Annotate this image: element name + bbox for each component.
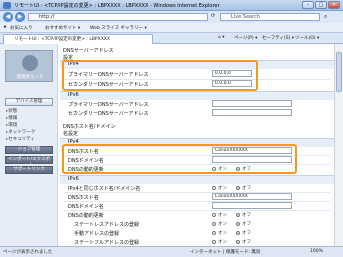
hostname-highlight [62,144,297,174]
primary-dns6-input[interactable] [212,100,292,107]
radio-on-label: オン [218,231,227,236]
window-titlebar: リモートUI : <TCP/IP設定の変更> : LBPXXXX : LBPXX… [0,0,343,11]
dyn6-on-radio[interactable]: オン [212,212,227,218]
secondary-dns6-label: セカンダリーDNSサーバーアドレス [68,111,149,117]
browser-icon [3,2,11,9]
address-toolbar: ◀ ▶ http:// ⟳ Live Search ⌕ [0,11,343,23]
zoom-level[interactable]: 100% [310,249,323,254]
radio-on-label: オン [218,222,227,227]
radio-on-label: オン [218,213,227,218]
manual-on-radio[interactable]: オン [212,230,227,236]
favorites-star-icon[interactable]: ★ [3,25,7,30]
status-text: ページが表示されました [3,250,53,255]
radio-off-label: オフ [242,186,251,191]
dns6-domain-input[interactable] [212,202,292,209]
sidebar-item-info[interactable]: 情報 [6,115,17,121]
tool-tools[interactable]: ツール(O) ▾ [295,35,319,41]
favorites-label[interactable]: お気に入り [10,25,33,31]
dns-server-title: DNSサーバーアドレス [63,48,114,54]
sidebar-item-network[interactable]: ネットワーク [6,129,35,135]
host-ipv6-section [60,175,334,184]
dns6-domain-label: DNSドメイン名 [68,204,104,210]
fav-item[interactable]: おすすめサイト ▾ [45,25,80,31]
radio-on-label: オン [218,186,227,191]
page-content: 管理者モード デバイス管理 状態 情報 環境 ネットワーク セキュリティ ジョブ… [0,44,334,246]
forward-button[interactable]: ▶ [15,12,25,22]
back-button[interactable]: ◀ [3,12,13,22]
dns-host-title: DNSホスト名/ドメイン [63,124,116,130]
browser-tab[interactable]: リモートUI : <TCP/IP設定の変更> : LBPXXXX [3,34,153,44]
search-icon[interactable]: ⌕ [324,13,327,21]
mode-label: 管理者モード [16,75,44,80]
scrollbar-thumb[interactable] [336,52,342,92]
tool-page[interactable]: ページ(P) ▾ [234,35,257,41]
stateless-on-radio[interactable]: オン [212,221,227,227]
printer-logo-icon [22,55,38,71]
fav-item[interactable]: Web スライス ギャラリー ▾ [90,25,147,31]
support-link-button[interactable]: サポートリンク [5,166,53,174]
sidebar-item-env[interactable]: 環境 [6,122,17,128]
maximize-button[interactable]: □ [315,1,327,9]
tool-safety[interactable]: セーフティ(S) ▾ [262,35,294,41]
dns6-dynamic-label: DNSの動的更新 [68,213,104,219]
radio-off-label: オフ [242,240,251,245]
same-off-radio[interactable]: オフ [236,185,251,191]
host-ipv6-heading: IPv6 [68,176,79,182]
close-button[interactable]: ✕ [328,1,340,9]
dns-host-subtitle: 名設定 [63,131,79,137]
secondary-dns6-input[interactable] [212,109,292,116]
dns6-hostname-input[interactable]: CanonXXXXXX [212,193,292,200]
address-input[interactable]: http:// [28,13,208,21]
ipv6-section [60,91,334,100]
tab-bar: リモートUI : <TCP/IP設定の変更> : LBPXXXX ⌂ ▾ ページ… [0,33,343,44]
vertical-scrollbar[interactable] [334,44,343,246]
job-manager-button[interactable]: ジョブ管理 [5,146,53,154]
radio-off-label: オフ [242,213,251,218]
status-bar: ページが表示されました インターネット | 保護モード: 無効 100% [0,246,343,257]
zone-text: インターネット | 保護モード: 無効 [190,250,261,255]
manual-off-radio[interactable]: オフ [236,230,251,236]
main-panel: DNSサーバーアドレス 設定 IPv4 プライマリーDNSサーバーアドレス 0.… [60,44,334,246]
radio-off-label: オフ [242,222,251,227]
sidebar-item-status[interactable]: 状態 [6,108,17,114]
ipv4-highlight [62,60,258,91]
row-divider [64,210,330,211]
stateless-label: ステートレスアドレスの登録 [74,222,140,228]
refresh-icon[interactable]: ⟳ [211,13,215,19]
manual-label: 手動アドレスの登録 [74,231,120,237]
radio-off-label: オフ [242,231,251,236]
search-input[interactable]: Live Search [220,13,320,21]
home-icon[interactable]: ⌂ ▾ [218,35,225,40]
stateless-off-radio[interactable]: オフ [236,221,251,227]
same-on-radio[interactable]: オン [212,185,227,191]
minimize-button[interactable]: – [302,1,314,9]
favorites-bar: ★ お気に入り おすすめサイト ▾ Web スライス ギャラリー ▾ [0,23,343,33]
window-title: リモートUI : <TCP/IP設定の変更> : LBPXXXX : LBPXX… [14,3,220,9]
radio-on-label: オン [218,240,227,245]
dns6-hostname-label: DNSホスト名 [68,195,99,201]
primary-dns6-label: プライマリーDNSサーバーアドレス [68,102,149,108]
stateful-label: ステートフルアドレスの登録 [74,240,140,246]
device-manager-button[interactable]: デバイス管理 [5,98,53,106]
same-as-ipv4-label: IPv4と同じホスト名/ドメイン名 [68,186,141,192]
stateful-on-radio[interactable]: オン [212,239,227,245]
sidebar: 管理者モード デバイス管理 状態 情報 環境 ネットワーク セキュリティ ジョブ… [0,44,58,246]
dyn6-off-radio[interactable]: オフ [236,212,251,218]
stateful-off-radio[interactable]: オフ [236,239,251,245]
sidebar-item-security[interactable]: セキュリティ [6,136,35,142]
admin-logo: 管理者モード [5,50,53,82]
ipv6-heading: IPv6 [68,92,79,98]
import-export-button[interactable]: インポート/エクスポート [5,156,53,168]
